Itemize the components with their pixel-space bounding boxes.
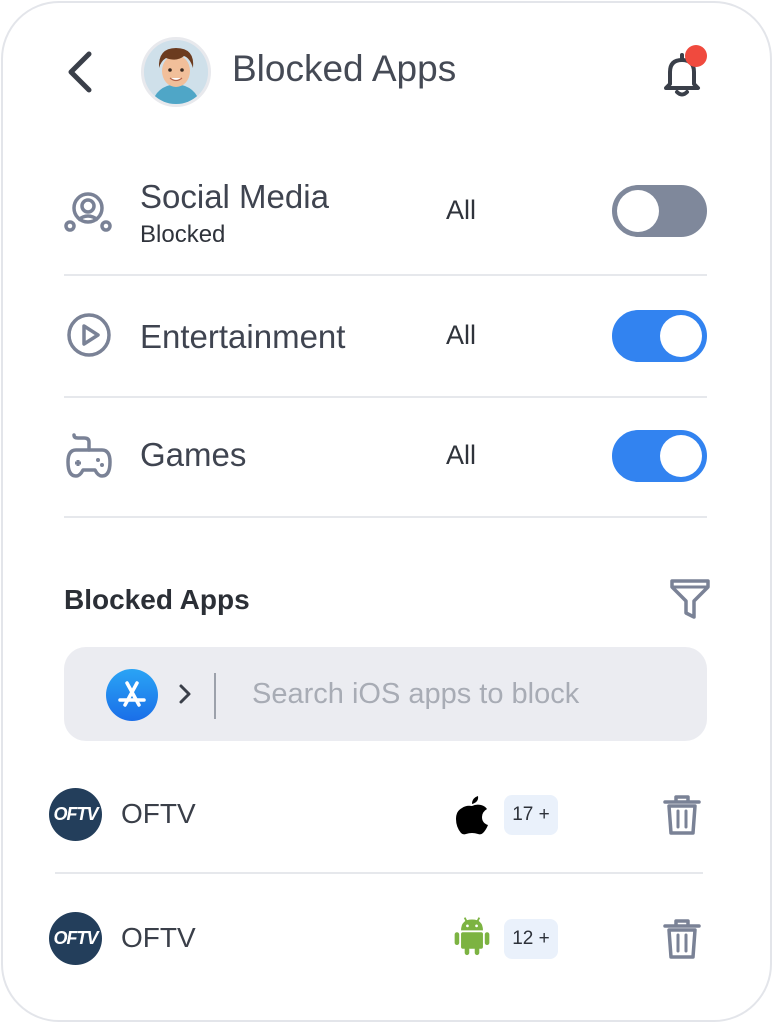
games-toggle[interactable] <box>612 430 707 482</box>
category-title: Games <box>140 436 247 473</box>
gamepad-icon <box>66 433 112 478</box>
age-rating-badge: 12 + <box>504 919 558 959</box>
category-row-entertainment: Entertainment All <box>64 310 707 366</box>
category-title: Social Media <box>140 178 329 215</box>
social-network-icon <box>64 192 112 232</box>
toggle-knob <box>660 435 702 477</box>
category-row-games: Games All <box>64 430 707 486</box>
app-row: OFTV OFTV 17 + <box>49 784 709 844</box>
search-bar <box>64 647 707 741</box>
phone-frame <box>1 1 772 1022</box>
divider <box>64 516 707 518</box>
play-circle-icon <box>67 313 111 357</box>
category-row-social-media: Social Media Blocked All <box>64 178 707 260</box>
section-title: Blocked Apps <box>64 584 250 615</box>
category-subtitle: Blocked <box>140 221 226 248</box>
app-row: OFTV OFTV 12 + <box>49 908 709 968</box>
app-store-icon[interactable] <box>106 669 158 721</box>
age-rating-badge: 17 + <box>504 795 558 835</box>
entertainment-toggle[interactable] <box>612 310 707 362</box>
app-logo-text: OFTV <box>53 928 99 948</box>
search-separator <box>214 673 216 719</box>
app-name: OFTV <box>121 798 196 829</box>
trash-icon[interactable] <box>662 917 702 961</box>
app-logo-text: OFTV <box>53 804 99 824</box>
avatar[interactable] <box>141 37 211 107</box>
apple-icon <box>456 796 488 835</box>
category-scope[interactable]: All <box>446 440 476 471</box>
notification-dot <box>685 45 707 67</box>
divider <box>55 872 703 874</box>
android-icon <box>454 917 490 956</box>
app-logo: OFTV <box>49 788 102 841</box>
page-title: Blocked Apps <box>232 48 457 89</box>
search-input[interactable] <box>252 671 692 717</box>
social-media-toggle[interactable] <box>612 185 707 237</box>
divider <box>64 274 707 276</box>
filter-icon[interactable] <box>668 576 712 622</box>
app-store-glyph <box>118 681 146 707</box>
child-avatar-icon <box>144 40 208 104</box>
app-logo: OFTV <box>49 912 102 965</box>
category-scope[interactable]: All <box>446 195 476 226</box>
trash-icon[interactable] <box>662 793 702 837</box>
app-name: OFTV <box>121 922 196 953</box>
divider <box>64 396 707 398</box>
back-arrow-icon[interactable] <box>62 48 102 96</box>
toggle-knob <box>660 315 702 357</box>
toggle-knob <box>617 190 659 232</box>
category-title: Entertainment <box>140 318 346 355</box>
category-scope[interactable]: All <box>446 320 476 351</box>
chevron-right-icon[interactable] <box>176 681 194 707</box>
